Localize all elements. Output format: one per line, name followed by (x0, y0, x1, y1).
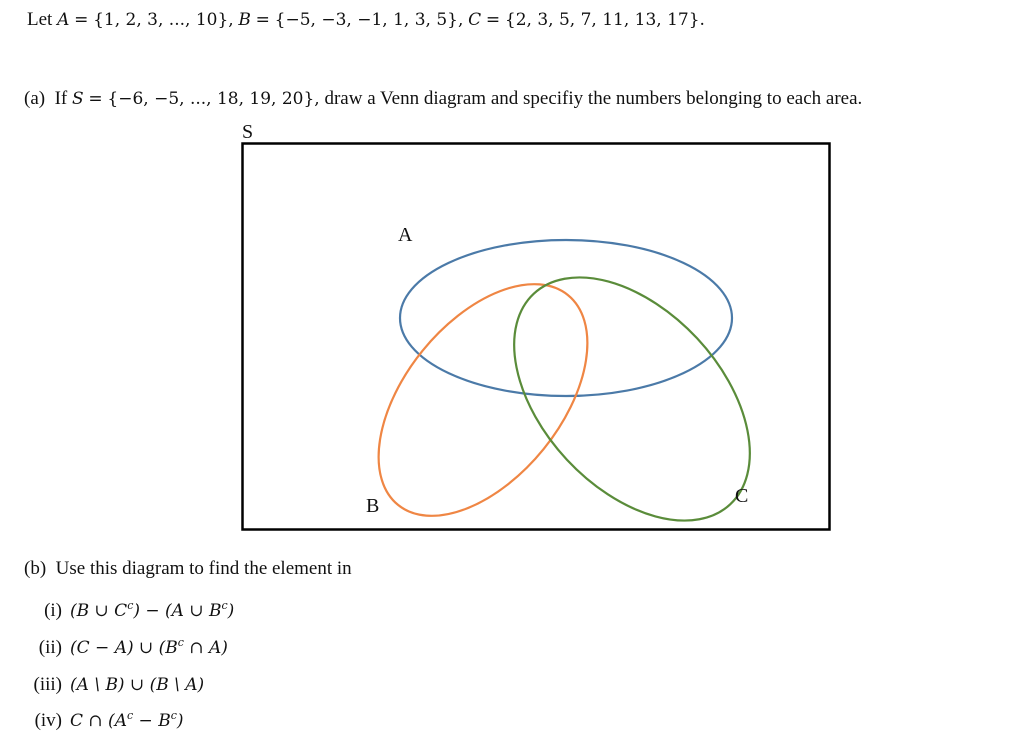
part-a-label: (a) (24, 88, 46, 109)
sub-question-number: (iii) (33, 674, 63, 695)
part-b-text: Use this diagram to find the element in (55, 558, 352, 579)
sub-question-number: (i) (44, 600, 62, 621)
sub-question-iii: (iii) (A \ B) ∪ (B \ A) (8, 674, 205, 696)
set-a-value: {1, 2, 3, ..., 10}, (93, 10, 234, 30)
universe-value: {−6, −5, ..., 18, 19, 20}, (107, 89, 320, 109)
set-c-value: {2, 3, 5, 7, 11, 13, 17}. (504, 10, 705, 30)
lead-word: Let (27, 9, 53, 30)
sub-question-number: (iv) (34, 710, 62, 731)
expr-part: ) − (A ∪ B (133, 601, 222, 621)
sub-question-expression: (C − A) ∪ (Bc ∩ A) (70, 637, 228, 658)
set-b-ellipse (377, 283, 589, 517)
set-a-name: A (57, 10, 70, 30)
set-b-label: B (366, 495, 379, 517)
set-b-value: {−5, −3, −1, 1, 3, 5}, (274, 10, 464, 30)
set-c-name: C (468, 10, 482, 30)
part-b-label: (b) (24, 558, 47, 579)
venn-diagram: S A B C (241, 121, 831, 531)
set-c-label: C (735, 485, 748, 507)
universe-name: S (72, 89, 84, 109)
sub-question-expression: C ∩ (Ac − Bc) (70, 710, 184, 731)
universe-label: S (242, 121, 253, 143)
sub-question-ii: (ii) (C − A) ∪ (Bc ∩ A) (8, 637, 228, 659)
universe-rectangle (241, 142, 831, 531)
expr-part: ) (176, 711, 184, 731)
expr-part: (B ∪ C (70, 601, 128, 621)
set-b-name: B (238, 10, 251, 30)
set-a-ellipse (398, 238, 734, 398)
equals-sign: = (485, 10, 501, 30)
part-a-question: (a) If S = {−6, −5, ..., 18, 19, 20}, dr… (24, 88, 862, 110)
expr-part: − B (133, 711, 171, 731)
expr-part: (A \ B) ∪ (B \ A) (70, 675, 205, 695)
set-definitions: Let A = {1, 2, 3, ..., 10}, B = {−5, −3,… (27, 9, 705, 31)
expr-part: ∩ A) (183, 638, 228, 658)
expr-part: C ∩ (A (70, 711, 127, 731)
part-b-question: (b) Use this diagram to find the element… (24, 558, 352, 580)
part-a-text-before: If (54, 88, 68, 109)
expr-part: (C − A) ∪ (B (70, 638, 178, 658)
equals-sign: = (88, 89, 103, 109)
set-a-label: A (398, 224, 413, 246)
sub-question-expression: (B ∪ Cc) − (A ∪ Bc) (70, 600, 235, 621)
part-a-text-after: draw a Venn diagram and specifiy the num… (324, 88, 863, 109)
sub-question-i: (i) (B ∪ Cc) − (A ∪ Bc) (8, 600, 234, 622)
equals-sign: = (74, 10, 89, 30)
sub-question-expression: (A \ B) ∪ (B \ A) (70, 675, 204, 695)
expr-part: ) (227, 601, 235, 621)
sub-question-iv: (iv) C ∩ (Ac − Bc) (8, 710, 184, 732)
equals-sign: = (255, 10, 270, 30)
sub-question-number: (ii) (38, 637, 62, 658)
